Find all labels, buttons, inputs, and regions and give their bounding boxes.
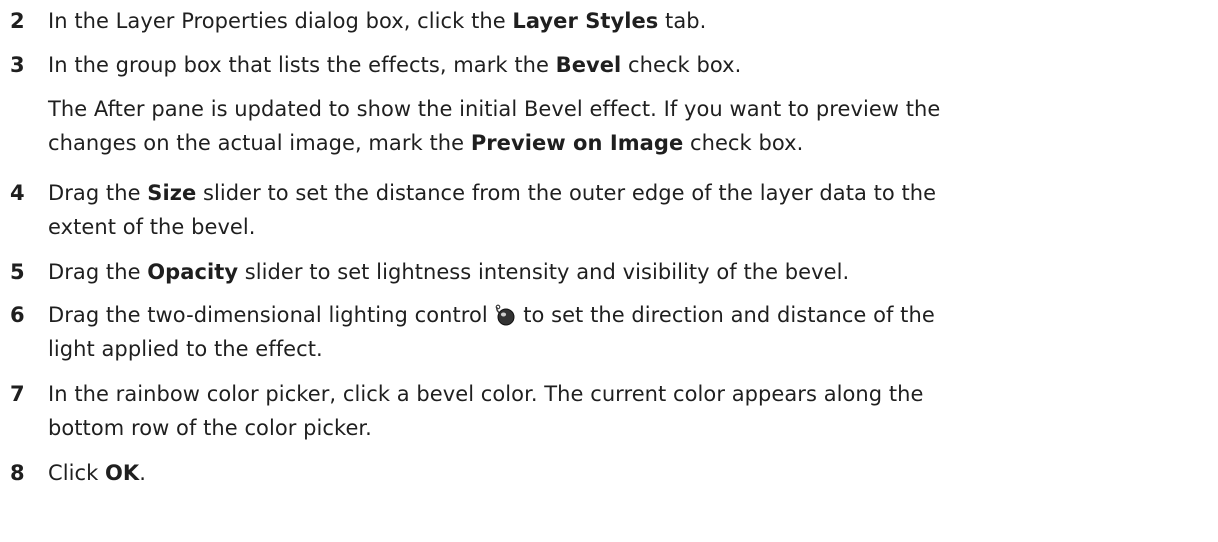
step-line: Drag the two-dimensional lighting contro… [48,298,1213,332]
ui-term-layer-styles: Layer Styles [512,9,659,33]
step-number: 7 [10,382,25,406]
step-number: 6 [10,303,25,327]
ui-term-size: Size [147,181,197,205]
step-number: 2 [10,9,25,33]
step-text-part: slider to set lightness intensity and vi… [238,260,850,284]
step-number: 3 [10,53,25,77]
step-text-part: to set the direction and distance of the [516,303,935,327]
step-text: In the Layer Properties dialog box, clic… [48,4,1213,38]
step-text-part: Drag the two-dimensional lighting contro… [48,303,495,327]
step-text-part: In the Layer Properties dialog box, clic… [48,9,513,33]
note-text-part: changes on the actual image, mark the [48,131,471,155]
note-text-part: check box. [683,131,804,155]
step-text: In the rainbow color picker, click a bev… [48,377,1213,445]
step-text-part: In the group box that lists the effects,… [48,53,556,77]
step-line: Drag the Size slider to set the distance… [48,176,1213,210]
ui-term-opacity: Opacity [147,260,239,284]
step-text-part: Click [48,461,106,485]
ui-term-preview-on-image: Preview on Image [470,131,684,155]
step-line: bottom row of the color picker. [48,416,372,440]
instruction-steps: 2 In the Layer Properties dialog box, cl… [0,0,1218,542]
step-number: 5 [10,260,25,284]
lighting-control-icon [494,302,516,326]
step-text: Drag the Opacity slider to set lightness… [48,255,1213,289]
step-text: In the group box that lists the effects,… [48,48,1213,82]
step-text: Drag the two-dimensional lighting contro… [48,298,1213,366]
ui-term-ok: OK [105,461,140,485]
step-note: The After pane is updated to show the in… [48,92,1213,160]
step-line: extent of the bevel. [48,215,256,239]
step-text-part: slider to set the distance from the oute… [196,181,937,205]
step-line: In the rainbow color picker, click a bev… [48,382,924,406]
note-line: changes on the actual image, mark the Pr… [48,126,1213,160]
step-line: light applied to the effect. [48,337,323,361]
step-text-part: Drag the [48,181,148,205]
step-text-part: . [139,461,146,485]
step-text-part: Drag the [48,260,148,284]
note-line: The After pane is updated to show the in… [48,97,941,121]
step-text-part: check box. [621,53,742,77]
step-number: 8 [10,461,25,485]
step-text-part: tab. [658,9,707,33]
step-text: Drag the Size slider to set the distance… [48,176,1213,244]
step-text: Click OK. [48,456,1213,490]
ui-term-bevel: Bevel [555,53,622,77]
step-number: 4 [10,181,25,205]
